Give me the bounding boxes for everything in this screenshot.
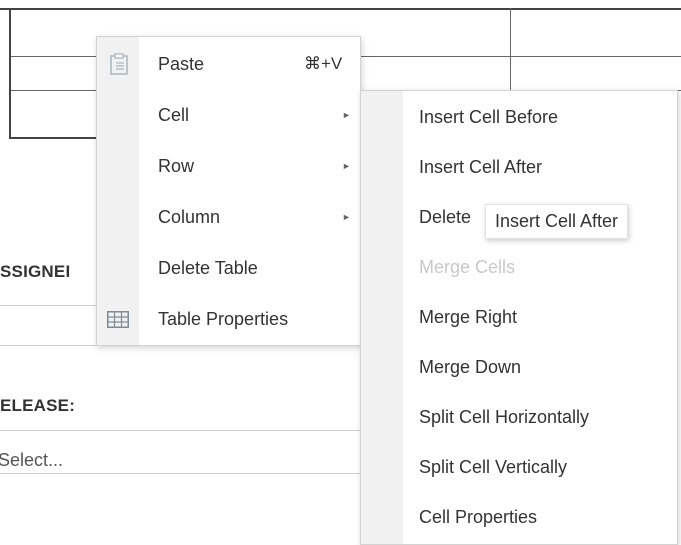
paste-icon	[110, 53, 128, 75]
cell-label: Cell	[158, 104, 190, 125]
submenu-item-split-vertically[interactable]: Split Cell Vertically	[361, 442, 677, 492]
submenu-item-split-horizontally[interactable]: Split Cell Horizontally	[361, 392, 677, 442]
submenu-item-merge-cells[interactable]: Merge Cells	[361, 242, 677, 292]
context-menu: Paste ⌘+V Cell ► Row ► Column ► Delete T…	[96, 36, 361, 346]
submenu-arrow-icon: ►	[342, 161, 351, 171]
merge-down-label: Merge Down	[419, 356, 522, 377]
insert-cell-before-label: Insert Cell Before	[419, 106, 559, 127]
menu-item-table-properties[interactable]: Table Properties	[97, 294, 360, 344]
cell-properties-label: Cell Properties	[419, 506, 538, 527]
submenu-item-cell-properties[interactable]: Cell Properties	[361, 492, 677, 542]
table-properties-label: Table Properties	[158, 308, 289, 329]
assigned-label: SSIGNEI	[0, 262, 71, 281]
release-select[interactable]: Select...	[0, 450, 63, 471]
paste-label: Paste	[158, 53, 205, 74]
select-underline	[0, 473, 360, 474]
tooltip: Insert Cell After	[485, 204, 629, 239]
submenu-item-merge-right[interactable]: Merge Right	[361, 292, 677, 342]
submenu-item-insert-cell-before[interactable]: Insert Cell Before	[361, 92, 677, 142]
merge-right-label: Merge Right	[419, 306, 518, 327]
paste-shortcut: ⌘+V	[304, 54, 343, 73]
menu-item-delete-table[interactable]: Delete Table	[97, 243, 360, 293]
merge-cells-label: Merge Cells	[419, 256, 516, 277]
submenu-arrow-icon: ►	[342, 110, 351, 120]
row-label: Row	[158, 155, 195, 176]
delete-table-label: Delete Table	[158, 257, 258, 278]
menu-item-paste[interactable]: Paste ⌘+V	[97, 39, 360, 89]
cell-submenu: Insert Cell Before Insert Cell After Del…	[360, 90, 678, 545]
submenu-item-merge-down[interactable]: Merge Down	[361, 342, 677, 392]
menu-item-cell[interactable]: Cell ►	[97, 90, 360, 140]
column-label: Column	[158, 206, 221, 227]
field-divider	[0, 305, 100, 306]
table-col-line	[510, 8, 511, 92]
insert-cell-after-label: Insert Cell After	[419, 156, 543, 177]
split-vertically-label: Split Cell Vertically	[419, 456, 568, 477]
field-divider	[0, 345, 100, 346]
menu-item-column[interactable]: Column ►	[97, 192, 360, 242]
table-border-left	[9, 8, 11, 139]
table-border-top	[0, 8, 681, 10]
delete-label: Delete	[419, 206, 472, 227]
field-divider	[0, 430, 360, 431]
submenu-arrow-icon: ►	[342, 212, 351, 222]
table-icon	[107, 311, 129, 328]
submenu-item-insert-cell-after[interactable]: Insert Cell After	[361, 142, 677, 192]
release-label: ELEASE:	[0, 396, 76, 415]
menu-item-row[interactable]: Row ►	[97, 141, 360, 191]
split-horizontally-label: Split Cell Horizontally	[419, 406, 590, 427]
